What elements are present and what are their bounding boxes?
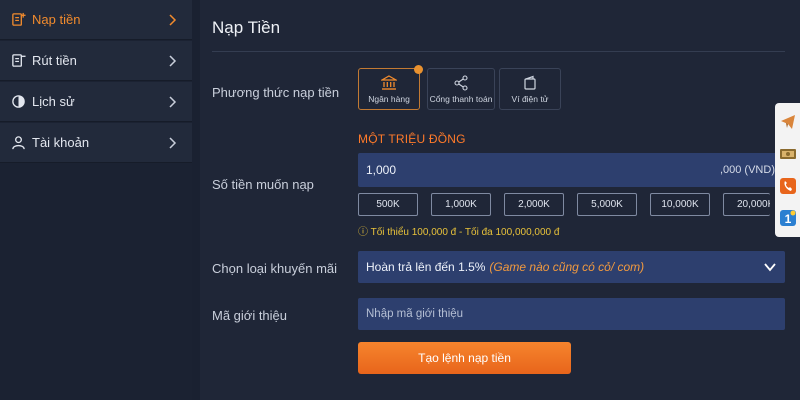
sidebar-item-deposit[interactable]: Nạp tiền [0, 0, 192, 40]
deposit-panel: Nạp Tiền Phương thức nạp tiền Ngân hàng … [200, 0, 800, 400]
amount-input[interactable] [366, 163, 666, 177]
floating-toolbar: 1 [775, 103, 800, 237]
referral-input[interactable] [366, 308, 766, 320]
chevron-right-icon [169, 55, 177, 67]
promo-note: (Game nào cũng có cỏ/ com) [489, 260, 645, 274]
selected-check-icon [414, 65, 423, 74]
sidebar-item-label: Nạp tiền [32, 12, 81, 27]
sidebar-item-label: Rút tiền [32, 53, 77, 68]
quick-amount-group: 500K 1,000K 2,000K 5,000K 10,000K 20,000… [358, 193, 770, 216]
promo-value: Hoàn trả lên đến 1.5% [366, 260, 486, 274]
quick-amount-button[interactable]: 20,000K [723, 193, 770, 216]
quick-amount-button[interactable]: 2,000K [504, 193, 564, 216]
quick-amount-button[interactable]: 500K [358, 193, 418, 216]
quick-amount-button[interactable]: 5,000K [577, 193, 637, 216]
share-nodes-icon [454, 74, 468, 91]
chevron-right-icon [169, 137, 177, 149]
chevron-down-icon [764, 263, 776, 272]
sidebar: Nạp tiền Rút tiền Lịch sử Tài khoản [0, 0, 192, 400]
phone-call-icon[interactable] [778, 174, 798, 198]
page-title: Nạp Tiền [212, 18, 281, 37]
referral-label: Mã giới thiệu [212, 308, 288, 323]
sidebar-item-label: Lịch sử [32, 94, 75, 109]
referral-field[interactable] [358, 298, 785, 330]
promo-ticket-icon[interactable] [778, 142, 798, 166]
method-label: Phương thức nạp tiền [212, 85, 340, 100]
amount-in-words: MỘT TRIỆU ĐỒNG [358, 132, 466, 146]
amount-suffix: ,000 (VND) [719, 164, 775, 176]
create-deposit-button[interactable]: Tạo lệnh nạp tiền [358, 342, 571, 374]
sidebar-item-history[interactable]: Lịch sử [0, 82, 192, 122]
method-label-text: Cổng thanh toán [429, 93, 493, 104]
quick-amount-button[interactable]: 1,000K [431, 193, 491, 216]
method-gateway-button[interactable]: Cổng thanh toán [427, 68, 495, 110]
method-bank-button[interactable]: Ngân hàng [358, 65, 423, 110]
sidebar-item-label: Tài khoản [32, 135, 90, 150]
app-badge-icon[interactable]: 1 [778, 206, 798, 230]
amount-field[interactable]: ,000 (VND) [358, 153, 785, 187]
telegram-icon[interactable] [778, 110, 798, 134]
account-icon [10, 135, 26, 151]
method-label-text: Ngân hàng [368, 93, 410, 104]
method-label-text: Ví điện tử [511, 93, 549, 104]
withdraw-icon [10, 53, 26, 69]
bank-icon [381, 74, 397, 90]
amount-limit-hint: ⓘ Tối thiểu 100,000 đ - Tối đa 100,000,0… [358, 227, 560, 238]
chevron-right-icon [169, 14, 177, 26]
svg-text:1: 1 [784, 212, 791, 226]
sidebar-item-account[interactable]: Tài khoản [0, 123, 192, 163]
amount-label: Số tiền muốn nạp [212, 177, 314, 192]
wallet-icon [524, 75, 536, 90]
history-icon [10, 94, 26, 110]
quick-amount-button[interactable]: 10,000K [650, 193, 710, 216]
chevron-right-icon [169, 96, 177, 108]
promo-select[interactable]: Hoàn trả lên đến 1.5% (Game nào cũng có … [358, 251, 785, 283]
promo-label: Chọn loại khuyến mãi [212, 261, 338, 276]
payment-method-group: Ngân hàng Cổng thanh toán Ví điện tử [358, 65, 568, 110]
deposit-icon [10, 12, 26, 28]
title-divider [212, 51, 785, 52]
sidebar-item-withdraw[interactable]: Rút tiền [0, 41, 192, 81]
method-ewallet-button[interactable]: Ví điện tử [499, 68, 561, 110]
